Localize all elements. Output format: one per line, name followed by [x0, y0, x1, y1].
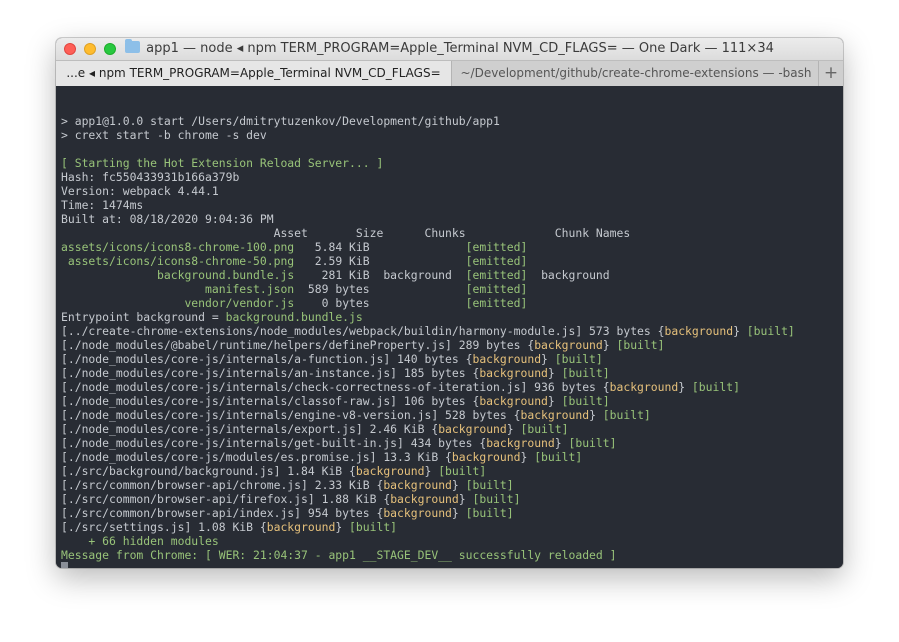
- terminal-line: [./node_modules/core-js/internals/engine…: [61, 408, 651, 422]
- window-title-text: app1 — node ◂ npm TERM_PROGRAM=Apple_Ter…: [146, 41, 774, 56]
- terminal-line: Built at: 08/18/2020 9:04:36 PM: [61, 212, 274, 226]
- terminal-line: [./src/settings.js] 1.08 KiB {background…: [61, 520, 398, 534]
- terminal-line: [./src/common/browser-api/index.js] 954 …: [61, 506, 514, 520]
- terminal-line: [../create-chrome-extensions/node_module…: [61, 324, 795, 338]
- terminal-line: [./src/background/background.js] 1.84 Ki…: [61, 464, 487, 478]
- terminal-line: manifest.json 589 bytes [emitted]: [205, 282, 528, 296]
- terminal-line: > app1@1.0.0 start /Users/dmitrytuzenkov…: [61, 114, 500, 128]
- terminal-line: [./node_modules/core-js/internals/get-bu…: [61, 436, 617, 450]
- terminal-window: app1 — node ◂ npm TERM_PROGRAM=Apple_Ter…: [56, 38, 843, 568]
- folder-icon: [125, 39, 141, 53]
- terminal-line: Hash: fc550433931b166a379b: [61, 170, 240, 184]
- terminal-line: assets/icons/icons8-chrome-50.png 2.59 K…: [67, 254, 528, 268]
- tab-npm[interactable]: ...e ◂ npm TERM_PROGRAM=Apple_Terminal N…: [56, 61, 451, 86]
- terminal-line: Version: webpack 4.44.1: [61, 184, 219, 198]
- terminal-line: [./node_modules/core-js/internals/an-ins…: [61, 366, 610, 380]
- title-bar[interactable]: app1 — node ◂ npm TERM_PROGRAM=Apple_Ter…: [56, 38, 843, 60]
- terminal-line: [./node_modules/core-js/internals/check-…: [61, 380, 740, 394]
- window-title: app1 — node ◂ npm TERM_PROGRAM=Apple_Ter…: [56, 39, 843, 56]
- terminal-line: Asset Size Chunks Chunk Names: [61, 226, 631, 240]
- terminal-line: [./node_modules/core-js/modules/es.promi…: [61, 450, 583, 464]
- terminal-line: Time: 1474ms: [61, 198, 144, 212]
- terminal-line: vendor/vendor.js 0 bytes [emitted]: [184, 296, 528, 310]
- terminal-output[interactable]: > app1@1.0.0 start /Users/dmitrytuzenkov…: [56, 86, 843, 568]
- terminal-line: [ Starting the Hot Extension Reload Serv…: [61, 156, 384, 170]
- tab-bash[interactable]: ~/Development/github/create-chrome-exten…: [451, 61, 820, 86]
- terminal-line: [./node_modules/core-js/internals/export…: [61, 422, 569, 436]
- terminal-line: [./node_modules/core-js/internals/a-func…: [61, 352, 603, 366]
- terminal-line: [./node_modules/@babel/runtime/helpers/d…: [61, 338, 665, 352]
- terminal-line: background.bundle.js 281 KiB background …: [157, 268, 610, 282]
- terminal-line: Entrypoint background = background.bundl…: [61, 310, 363, 324]
- new-tab-button[interactable]: +: [818, 61, 843, 86]
- terminal-line: Message from Chrome: [ WER: 21:04:37 - a…: [61, 548, 617, 562]
- tab-bar: ...e ◂ npm TERM_PROGRAM=Apple_Terminal N…: [56, 60, 843, 86]
- terminal-line: + 66 hidden modules: [61, 534, 219, 548]
- terminal-line: [./src/common/browser-api/firefox.js] 1.…: [61, 492, 521, 506]
- terminal-line: assets/icons/icons8-chrome-100.png 5.84 …: [61, 240, 528, 254]
- terminal-line: [./node_modules/core-js/internals/classo…: [61, 394, 610, 408]
- cursor-line: [61, 562, 838, 568]
- terminal-line: [./src/common/browser-api/chrome.js] 2.3…: [61, 478, 514, 492]
- terminal-cursor: [61, 562, 68, 568]
- terminal-line: > crext start -b chrome -s dev: [61, 128, 267, 142]
